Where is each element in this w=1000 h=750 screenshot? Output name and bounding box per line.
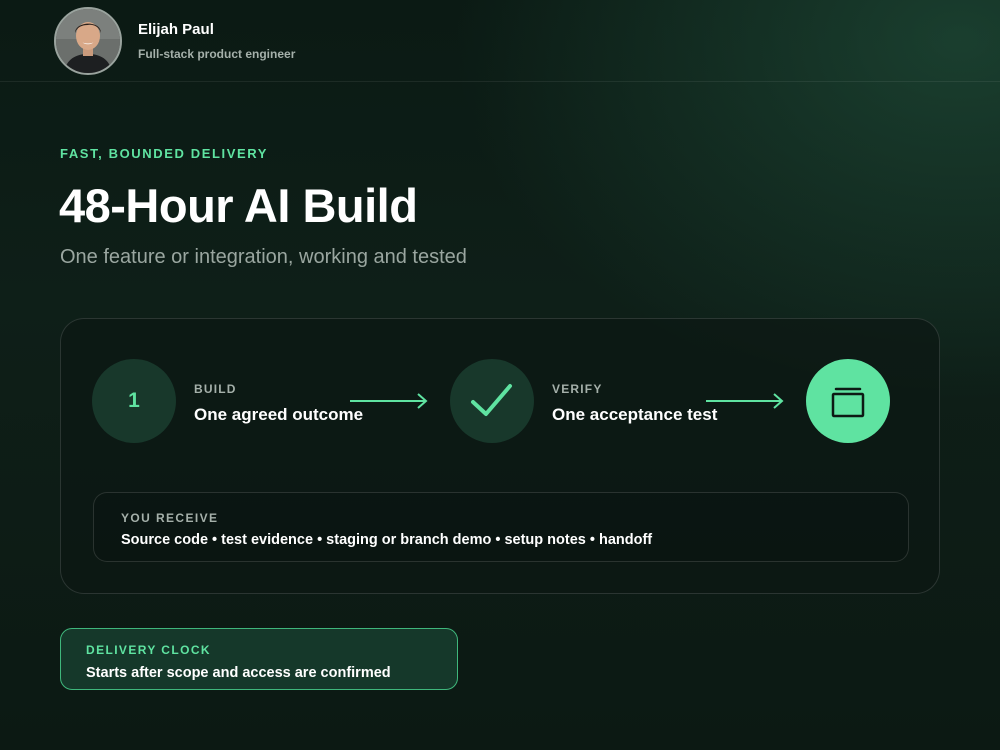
step-verify-text: One acceptance test — [552, 405, 718, 424]
arrow-right-icon — [350, 393, 428, 409]
package-icon — [831, 387, 865, 418]
page-subtitle: One feature or integration, working and … — [60, 246, 467, 268]
delivery-clock-label: DELIVERY CLOCK — [86, 643, 211, 657]
delivery-clock-box: DELIVERY CLOCK Starts after scope and ac… — [60, 628, 458, 690]
hero-eyebrow: FAST, BOUNDED DELIVERY — [60, 146, 269, 161]
step-build-text: One agreed outcome — [194, 405, 364, 424]
page-title: 48-Hour AI Build — [59, 179, 418, 232]
deliverables-list: Source code • test evidence • staging or… — [121, 532, 653, 548]
profile-name: Elijah Paul — [138, 21, 214, 38]
arrow-right-icon — [706, 393, 784, 409]
delivery-clock-text: Starts after scope and access are confir… — [86, 665, 391, 681]
check-icon — [471, 384, 512, 416]
step-deliver-marker — [806, 359, 890, 443]
step-build-label: BUILD — [194, 382, 237, 396]
step-verify-marker — [450, 359, 534, 443]
profile-role: Full-stack product engineer — [138, 47, 296, 61]
deliverables-label: YOU RECEIVE — [121, 511, 219, 525]
step-build-marker: 1 — [92, 359, 176, 443]
step-number: 1 — [128, 389, 140, 412]
avatar — [54, 7, 122, 75]
deliverables-box: YOU RECEIVE Source code • test evidence … — [93, 492, 909, 562]
person-photo-icon — [56, 9, 120, 73]
profile-header: Elijah Paul Full-stack product engineer — [0, 0, 1000, 82]
step-verify-label: VERIFY — [552, 382, 603, 396]
process-card: 1 BUILD One agreed outcome VERIFY One ac… — [60, 318, 940, 594]
